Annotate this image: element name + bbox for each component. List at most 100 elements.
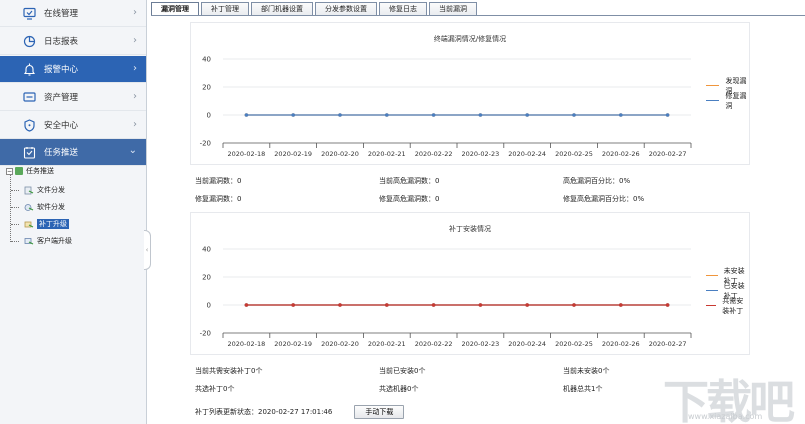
data-point bbox=[525, 113, 529, 117]
main-panel: 漏洞管理 补丁管理 部门机器设置 分发参数设置 修复日志 当前漏洞 终端漏洞情况… bbox=[151, 0, 805, 424]
y-tick-label: 40 bbox=[202, 56, 211, 64]
data-point bbox=[385, 113, 389, 117]
tab-vuln-management[interactable]: 漏洞管理 bbox=[151, 2, 199, 16]
stat-machines-total: 机器总共1个 bbox=[563, 385, 603, 393]
tree-item-software-distribute[interactable]: 软件分发 bbox=[24, 202, 65, 212]
file-distribute-icon bbox=[24, 186, 34, 195]
data-point bbox=[291, 303, 295, 307]
patch-chart-legend: 未安装补丁 已安装补丁 共需安装补丁 bbox=[706, 267, 749, 315]
x-tick-label: 2020-02-24 bbox=[508, 150, 546, 158]
nav-item-task-push[interactable]: 任务推送 ⌄ bbox=[0, 139, 146, 166]
data-point bbox=[478, 113, 483, 117]
stat-current-vuln: 当前漏洞数：0 bbox=[195, 177, 242, 185]
tree-item-label: 文件分发 bbox=[37, 186, 65, 194]
watermark-url: www.xiazaiba.com bbox=[688, 412, 763, 421]
patch-chart-panel: 补丁安装情况 40 20 0 -20 2020-02-18 2020-02-19 2020-… bbox=[190, 212, 750, 355]
sidebar-collapse-handle[interactable]: ‹ bbox=[144, 230, 151, 270]
tree-item-label: 软件分发 bbox=[37, 203, 65, 211]
tab-distribution-params[interactable]: 分发参数设置 bbox=[315, 2, 377, 16]
x-tick-label: 2020-02-19 bbox=[274, 340, 312, 348]
nav-item-alarm-center[interactable]: 报警中心 › bbox=[0, 56, 146, 83]
tab-patch-management[interactable]: 补丁管理 bbox=[201, 2, 249, 16]
bell-alarm-icon bbox=[23, 63, 36, 76]
collapse-glyph: ‹ bbox=[145, 246, 149, 254]
stat-not-installed: 当前未安装0个 bbox=[563, 367, 610, 375]
tree-root-label: 任务推送 bbox=[26, 167, 54, 175]
stat-repaired-vuln: 修复漏洞数：0 bbox=[195, 195, 242, 203]
data-point bbox=[338, 113, 342, 117]
tree-item-label: 补丁升级 bbox=[37, 219, 69, 229]
legend-swatch bbox=[706, 304, 717, 307]
patch-list-status: 补丁列表更新状态：2020-02-27 17:01:46 bbox=[195, 408, 333, 416]
x-tick-label: 2020-02-26 bbox=[602, 340, 640, 348]
data-point bbox=[478, 303, 483, 307]
legend-swatch bbox=[706, 289, 718, 292]
data-point bbox=[572, 303, 576, 307]
x-tick-label: 2020-02-22 bbox=[415, 340, 453, 348]
nav-item-log-reports[interactable]: 日志报表 › bbox=[0, 28, 146, 55]
patch-upgrade-icon bbox=[24, 220, 34, 229]
monitor-check-icon bbox=[23, 7, 36, 20]
vuln-chart-legend: 发现漏洞 修复漏洞 bbox=[706, 77, 749, 110]
sidebar: 在线管理 › 日志报表 › 报警中心 › 资产管理 › 安全中心 › 任务推送 … bbox=[0, 0, 147, 424]
x-tick-label: 2020-02-20 bbox=[321, 150, 359, 158]
x-tick-label: 2020-02-27 bbox=[649, 340, 687, 348]
data-point bbox=[619, 113, 623, 117]
pie-chart-icon bbox=[23, 35, 36, 48]
nav-item-security-center[interactable]: 安全中心 › bbox=[0, 112, 146, 139]
stat-repaired-high-pct: 修复高危漏洞百分比：0% bbox=[563, 195, 645, 203]
shield-icon bbox=[23, 118, 36, 132]
y-tick-label: -20 bbox=[200, 140, 211, 148]
x-tick-label: 2020-02-23 bbox=[462, 340, 500, 348]
manual-download-button[interactable]: 手动下载 bbox=[354, 405, 405, 419]
stat-selected-machines: 共选机器0个 bbox=[379, 385, 419, 393]
y-tick-label: 0 bbox=[207, 112, 211, 120]
y-tick-label: 0 bbox=[207, 302, 211, 310]
stat-high-vuln-pct: 高危漏洞百分比：0% bbox=[563, 177, 631, 185]
y-tick-label: -20 bbox=[200, 330, 211, 338]
tree-item-client-upgrade[interactable]: 客户端升级 bbox=[24, 236, 72, 246]
data-point bbox=[431, 113, 436, 117]
x-tick-label: 2020-02-25 bbox=[555, 150, 593, 158]
data-point bbox=[244, 113, 249, 117]
nav-item-online-management[interactable]: 在线管理 › bbox=[0, 0, 146, 27]
nav-label: 报警中心 bbox=[44, 65, 79, 75]
x-tick-label: 2020-02-18 bbox=[228, 340, 266, 348]
expand-minus-icon[interactable]: − bbox=[6, 167, 13, 175]
vuln-chart-panel: 终端漏洞情况/修复情况 40 20 0 -20 2020-02-18 2020-02-19… bbox=[190, 22, 750, 165]
x-tick-label: 2020-02-24 bbox=[508, 340, 546, 348]
data-point bbox=[665, 113, 670, 117]
nav-label: 在线管理 bbox=[44, 9, 79, 19]
vuln-line-chart: 40 20 0 -20 2020-02-18 2020-02-19 2020-02-20 20… bbox=[200, 56, 692, 158]
tree-item-patch-upgrade[interactable]: 补丁升级 bbox=[24, 219, 69, 229]
data-point bbox=[338, 303, 342, 307]
x-tick-label: 2020-02-27 bbox=[649, 150, 687, 158]
legend-label: 共需安装补丁 bbox=[722, 296, 744, 315]
legend-item: 共需安装补丁 bbox=[706, 296, 749, 315]
data-point bbox=[291, 113, 295, 117]
tab-department-machine-settings[interactable]: 部门机器设置 bbox=[251, 2, 313, 16]
client-upgrade-icon bbox=[24, 237, 34, 246]
tree-root[interactable]: − 任务推送 bbox=[6, 166, 54, 176]
stat-selected-patches: 共选补丁0个 bbox=[195, 385, 235, 393]
y-tick-label: 20 bbox=[202, 274, 211, 282]
legend-swatch bbox=[706, 84, 720, 87]
data-point bbox=[665, 303, 670, 307]
legend-swatch bbox=[706, 274, 718, 277]
chevron-down-icon: ⌄ bbox=[128, 145, 137, 156]
x-tick-label: 2020-02-23 bbox=[462, 150, 500, 158]
task-push-icon bbox=[23, 146, 36, 159]
chevron-right-icon: › bbox=[133, 7, 137, 18]
x-tick-label: 2020-02-22 bbox=[415, 150, 453, 158]
stat-current-high-vuln: 当前高危漏洞数：0 bbox=[379, 177, 440, 185]
nav-label: 任务推送 bbox=[44, 148, 79, 158]
data-point bbox=[244, 303, 249, 307]
folder-task-icon bbox=[15, 167, 23, 175]
tab-repair-log[interactable]: 修复日志 bbox=[379, 2, 427, 16]
tab-current-vulns[interactable]: 当前漏洞 bbox=[429, 2, 477, 16]
stat-total-needed: 当前共需安装补丁0个 bbox=[195, 367, 263, 375]
footer-row: 补丁列表更新状态：2020-02-27 17:01:46 手动下载 bbox=[195, 405, 405, 419]
nav-item-asset-management[interactable]: 资产管理 › bbox=[0, 84, 146, 111]
chevron-right-icon: › bbox=[133, 91, 137, 102]
tree-item-file-distribute[interactable]: 文件分发 bbox=[24, 185, 65, 195]
